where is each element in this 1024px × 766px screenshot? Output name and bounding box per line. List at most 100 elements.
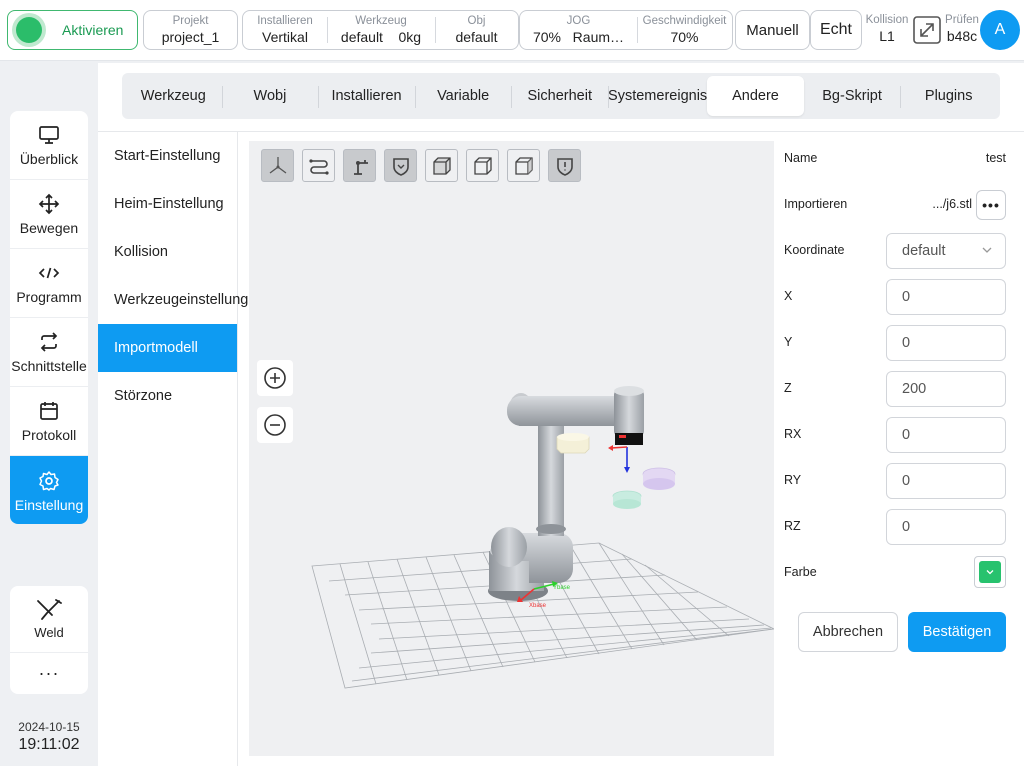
sub-settings-list: Start-Einstellung Heim-Einstellung Kolli… (98, 132, 248, 766)
weld-button[interactable]: Weld (10, 586, 88, 653)
project-selector[interactable]: Projekt project_1 (143, 10, 238, 50)
more-button[interactable]: ··· (10, 653, 88, 693)
sub-item-interference-zone[interactable]: Störzone (98, 372, 237, 420)
settings-tabs: Werkzeug Wobj Installieren Variable Sich… (122, 73, 1000, 119)
name-label: Name (784, 151, 818, 165)
obj-value: default (455, 29, 498, 45)
coordinate-row: Koordinate default (784, 233, 1006, 269)
weld-icon (35, 598, 63, 625)
nav-label: Einstellung (14, 496, 84, 513)
coordinate-value: default (902, 243, 946, 259)
tool-key: Werkzeug (355, 15, 407, 27)
expand-icon[interactable] (912, 15, 942, 45)
confirm-button[interactable]: Bestätigen (908, 612, 1006, 652)
jog-key: JOG (566, 15, 591, 27)
nav-label: Überblick (19, 151, 79, 167)
tab-werkzeug[interactable]: Werkzeug (125, 76, 222, 116)
tab-bg-skript[interactable]: Bg-Skript (804, 76, 901, 116)
nav-label: Protokoll (21, 427, 77, 443)
tab-systemereignis[interactable]: Systemereignis (608, 76, 707, 116)
collision-value: L1 (879, 28, 895, 44)
rx-label: RX (784, 427, 802, 441)
gear-icon (38, 469, 60, 493)
nav-item-protocol[interactable]: Protokoll (10, 387, 88, 456)
main-panel: Werkzeug Wobj Installieren Variable Sich… (98, 63, 1024, 766)
tab-variable[interactable]: Variable (414, 76, 512, 116)
rz-input[interactable]: 0 (886, 509, 1006, 545)
x-label: X (784, 289, 793, 303)
z-input[interactable]: 200 (886, 371, 1006, 407)
tab-wobj[interactable]: Wobj (221, 76, 319, 116)
base-x-axis-label: Xbase (529, 603, 547, 609)
check-indicator[interactable]: Prüfen b48c (942, 14, 982, 44)
ry-label: RY (784, 473, 802, 487)
monitor-icon (38, 123, 60, 147)
nav-item-interface[interactable]: Schnittstelle (10, 318, 88, 387)
color-picker[interactable] (974, 556, 1006, 588)
time-text: 19:11:02 (18, 736, 80, 753)
project-value: project_1 (161, 29, 220, 45)
collision-indicator[interactable]: Kollision L1 (862, 14, 912, 44)
date-text: 2024-10-15 (18, 720, 80, 734)
browse-file-button[interactable]: ••• (976, 190, 1006, 220)
ry-row: RY 0 (784, 463, 1006, 499)
manual-mode-button[interactable]: Manuell (735, 10, 810, 50)
rx-input[interactable]: 0 (886, 417, 1006, 453)
jog-value: 70% (532, 29, 561, 45)
color-row: Farbe (784, 555, 1006, 591)
tab-sicherheit[interactable]: Sicherheit (511, 76, 608, 116)
activate-button[interactable]: Aktivieren (7, 10, 138, 50)
obj-key: Obj (467, 15, 486, 27)
project-key: Projekt (172, 15, 209, 27)
weld-label: Weld (34, 625, 64, 640)
rx-row: RX 0 (784, 417, 1006, 453)
sub-item-import-model[interactable]: Importmodell (98, 324, 237, 372)
nav-item-overview[interactable]: Überblick (10, 111, 88, 180)
z-label: Z (784, 381, 792, 395)
y-input[interactable]: 0 (886, 325, 1006, 361)
interface-icon (38, 330, 60, 354)
nav-label: Programm (16, 289, 82, 305)
x-input[interactable]: 0 (886, 279, 1006, 315)
tool-load: 0kg (398, 29, 422, 45)
import-label: Importieren (784, 197, 848, 211)
nav-item-settings[interactable]: Einstellung (10, 456, 88, 524)
name-row: Name test (784, 141, 1006, 177)
collision-key: Kollision (865, 14, 909, 26)
tab-installieren[interactable]: Installieren (318, 76, 415, 116)
3d-viewport[interactable]: Ybase Xbase (249, 141, 774, 756)
ry-input[interactable]: 0 (886, 463, 1006, 499)
nav-label: Schnittstelle (11, 358, 87, 374)
jog-space: Raum… (572, 29, 625, 45)
speed-value: 70% (670, 29, 699, 45)
nav-label: Bewegen (19, 220, 79, 236)
y-label: Y (784, 335, 793, 349)
tool-value: default (340, 29, 383, 45)
activate-label: Aktivieren (62, 22, 124, 38)
base-y-axis-label: Ybase (553, 585, 571, 591)
name-value: test (985, 151, 1006, 165)
move-icon (38, 192, 60, 216)
install-tool-obj-panel[interactable]: Installieren Vertikal Werkzeug default 0… (242, 10, 519, 50)
color-swatch (979, 561, 1001, 583)
sub-item-tool-settings[interactable]: Werkzeugeinstellung (98, 276, 248, 324)
nav-item-program[interactable]: Programm (10, 249, 88, 318)
coordinate-select[interactable]: default (886, 233, 1006, 269)
install-value: Vertikal (262, 29, 308, 45)
main-nav: Überblick Bewegen Programm Schnittstelle… (10, 111, 88, 524)
color-label: Farbe (784, 565, 817, 579)
user-avatar[interactable]: A (980, 10, 1020, 50)
cancel-button[interactable]: Abbrechen (798, 612, 898, 652)
sub-item-start[interactable]: Start-Einstellung (98, 132, 237, 180)
real-mode-button[interactable]: Echt (810, 10, 862, 50)
status-indicator (16, 17, 42, 43)
jog-speed-panel[interactable]: JOG 70% Raum… Geschwindigkeit 70% (519, 10, 733, 50)
datetime: 2024-10-15 19:11:02 (10, 720, 88, 754)
tab-andere[interactable]: Andere (707, 76, 804, 116)
nav-item-move[interactable]: Bewegen (10, 180, 88, 249)
sub-item-collision[interactable]: Kollision (98, 228, 237, 276)
tab-plugins[interactable]: Plugins (900, 76, 997, 116)
calendar-icon (38, 399, 60, 423)
robot-scene: Ybase Xbase (311, 386, 774, 689)
sub-item-home[interactable]: Heim-Einstellung (98, 180, 237, 228)
